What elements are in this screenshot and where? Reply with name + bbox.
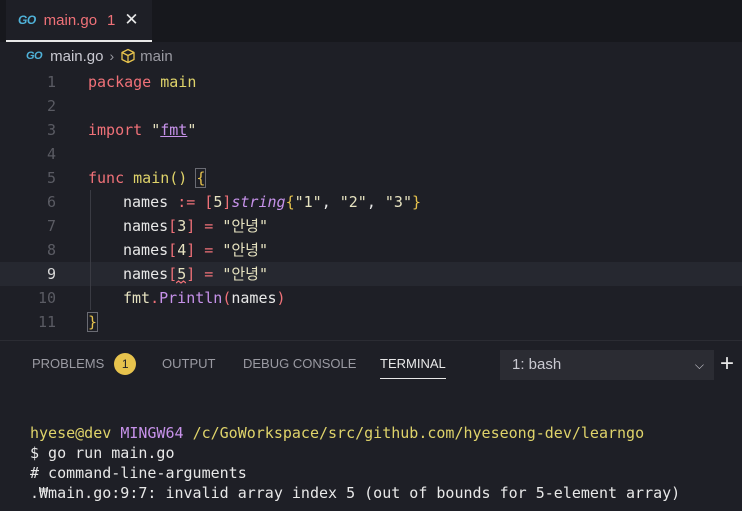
terminal-command: $ go run main.go [30,444,175,462]
tab-terminal[interactable]: TERMINAL [380,341,446,379]
code-line: 3 import "fmt" [0,118,742,142]
terminal-host: MINGW64 [120,424,184,442]
line-number: 4 [46,145,56,163]
problems-badge: 1 [114,352,137,375]
line-number: 2 [46,97,56,115]
bottom-panel: PROBLEMS 1 OUTPUT DEBUG CONSOLE TERMINAL … [0,340,742,511]
tab-filename: main.go [43,11,98,29]
terminal-output-line: # command-line-arguments [30,464,247,482]
panel-tabs: PROBLEMS 1 OUTPUT DEBUG CONSOLE TERMINAL … [0,341,742,387]
code-line: 11 } [0,310,742,334]
tab-output[interactable]: OUTPUT [162,341,215,387]
line-number: 5 [46,169,56,187]
function-name: main [133,169,170,187]
package-name: main [160,73,197,91]
close-icon[interactable]: ✕ [124,10,138,30]
line-number: 10 [37,289,56,307]
indent-guide [90,286,91,310]
terminal-error-line: .₩main.go:9:7: invalid array index 5 (ou… [30,484,681,502]
indent-guide [90,214,91,238]
breadcrumb-symbol[interactable]: main [120,48,173,65]
code-line: 4 [0,142,742,166]
terminal-output[interactable]: hyese@dev MINGW64 /c/GoWorkspace/src/git… [30,423,680,503]
tab-debug-console[interactable]: DEBUG CONSOLE [243,341,356,387]
terminal-user: hyese@dev [30,424,112,442]
terminal-select-value: 1: bash [512,356,562,373]
code-line: 10 fmt.Println(names) [0,286,742,310]
breadcrumb-file[interactable]: main.go [50,48,103,65]
code-line: 1 package main [0,70,742,94]
indent-guide [90,238,91,262]
chevron-right-icon: › [109,48,115,64]
indent-guide [90,262,91,286]
chevron-down-icon: ⌵ [694,358,704,372]
code-line: 7 names[3] = "안녕" [0,214,742,238]
code-editor[interactable]: 1 package main 2 3 import "fmt" 4 5 func… [0,70,742,340]
add-terminal-button[interactable]: + [720,349,734,379]
tab-problems[interactable]: PROBLEMS 1 [32,341,137,387]
line-number: 9 [46,265,56,283]
keyword: package [88,73,152,91]
editor-tab-bar: GO main.go 1 ✕ [0,0,742,42]
code-line: 2 [0,94,742,118]
code-line: 6 names := [5]string{"1", "2", "3"} [0,190,742,214]
go-file-icon: GO [18,13,36,27]
line-number: 7 [46,217,56,235]
keyword: func [88,169,125,187]
tab-main-go[interactable]: GO main.go 1 ✕ [6,0,152,42]
line-number: 3 [46,121,56,139]
terminal-path: /c/GoWorkspace/src/github.com/hyeseong-d… [192,424,645,442]
code-line: 8 names[4] = "안녕" [0,238,742,262]
line-number: 1 [46,73,56,91]
terminal-select[interactable]: 1: bash ⌵ [500,350,714,380]
go-file-icon: GO [26,50,43,62]
indent-guide [90,190,91,214]
keyword: import [88,121,143,139]
breadcrumb: GO main.go › main [0,42,742,70]
error-squiggle [176,280,186,284]
code-line-current: 9 names[5] = "안녕" [0,262,742,286]
import-path[interactable]: fmt [160,121,187,139]
line-number: 6 [46,193,56,211]
tab-problem-count: 1 [107,11,116,29]
breadcrumb-symbol-label: main [140,47,173,65]
cube-icon [121,48,135,64]
line-number: 8 [46,241,56,259]
code-line: 5 func main() { [0,166,742,190]
line-number: 11 [37,313,56,331]
